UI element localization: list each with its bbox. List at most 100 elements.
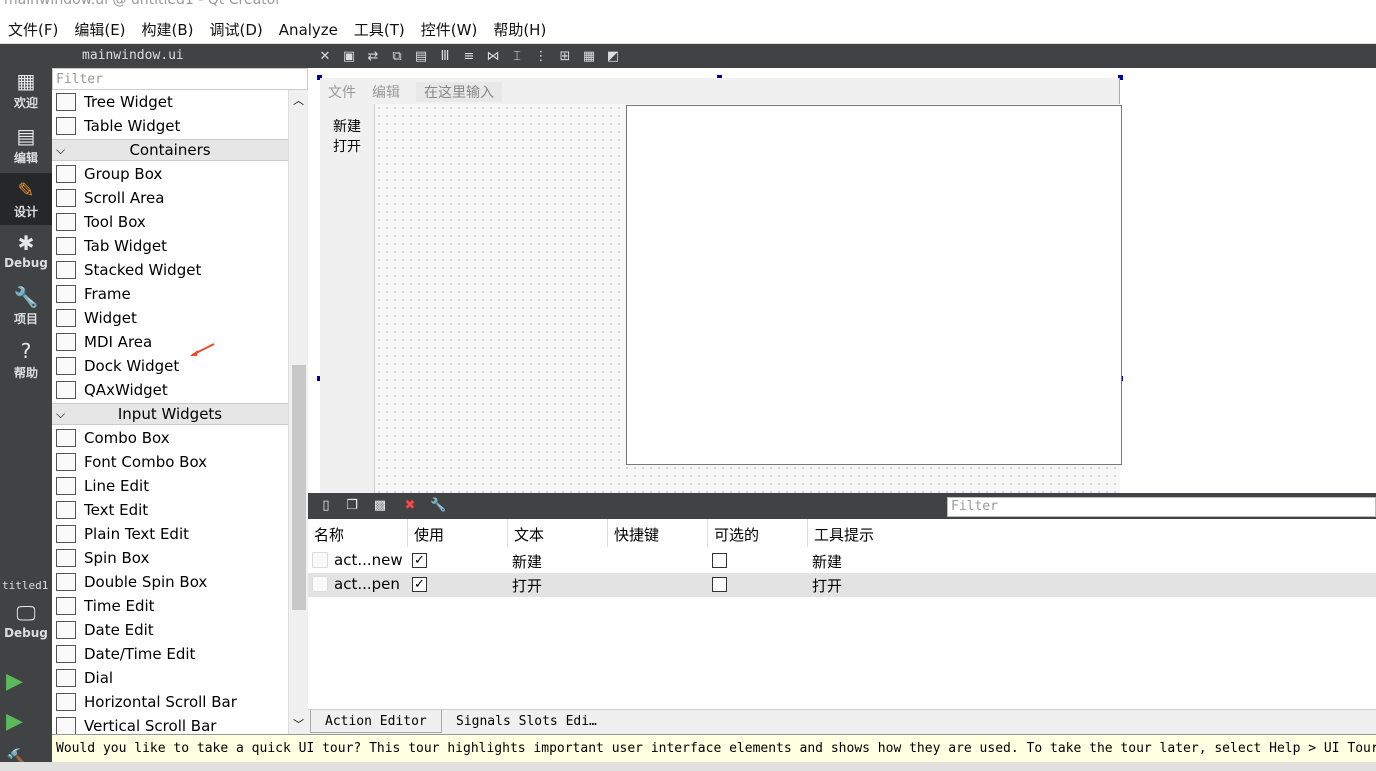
column-header-shortcut[interactable]: 快捷键 [608, 519, 708, 547]
menu-item[interactable]: 调试(D) [202, 19, 271, 40]
menu-item[interactable]: 帮助(H) [485, 19, 554, 40]
tab-action-editor[interactable]: Action Editor [310, 710, 442, 733]
table-row[interactable]: act...new ✓ 新建 新建 [308, 549, 1376, 573]
main-window-form[interactable]: 文件 编辑 在这里输入 新建 打开 [320, 78, 1122, 493]
widget-item[interactable]: Scroll Area [52, 186, 288, 210]
column-header-text[interactable]: 文本 [508, 519, 608, 547]
widget-item[interactable]: Widget [52, 306, 288, 330]
widget-label: Dial [84, 669, 114, 687]
widget-item[interactable]: Horizontal Scroll Bar [52, 690, 288, 714]
checkable-checkbox[interactable] [712, 553, 727, 568]
chevron-down-icon: ⌵ [56, 142, 66, 157]
widget-category[interactable]: ⌵ Containers [52, 139, 288, 161]
widget-category[interactable]: ⌵ Input Widgets [52, 403, 288, 425]
widget-item[interactable]: Date Edit [52, 618, 288, 642]
paste-action-icon[interactable]: ▩ [372, 498, 388, 514]
widget-item[interactable]: Date/Time Edit [52, 642, 288, 666]
layout-v-splitter-icon[interactable]: ⌶ [510, 49, 524, 64]
column-header-tooltip[interactable]: 工具提示 [808, 519, 1376, 547]
edit-signals-icon[interactable]: ⇄ [366, 49, 380, 64]
form-menu-file[interactable]: 文件 [328, 82, 356, 102]
scroll-down-icon[interactable]: ﹀ [293, 716, 304, 732]
widget-item[interactable]: Line Edit [52, 474, 288, 498]
layout-form-icon[interactable]: ⋮ [534, 49, 548, 64]
widget-item[interactable]: Double Spin Box [52, 570, 288, 594]
form-action-open[interactable]: 打开 [320, 136, 374, 156]
debug-run-icon[interactable]: ▶ [6, 709, 23, 734]
delete-action-icon[interactable]: ✖ [402, 498, 418, 514]
widget-item[interactable]: Tool Box [52, 210, 288, 234]
widget-item[interactable]: Tree Widget [52, 90, 288, 114]
widget-item[interactable]: Stacked Widget [52, 258, 288, 282]
new-action-icon[interactable]: ▯ [318, 498, 334, 514]
mode-3[interactable]: ✱ Debug [0, 226, 52, 278]
menu-item[interactable]: Analyze [271, 21, 346, 39]
checkable-checkbox[interactable] [712, 577, 727, 592]
central-widget[interactable] [626, 105, 1122, 465]
widget-item[interactable]: Text Edit [52, 498, 288, 522]
edit-tab-order-icon[interactable]: ▤ [414, 49, 428, 64]
break-layout-icon[interactable]: ▦ [582, 49, 596, 64]
mode-2[interactable]: ✎ 设计 [0, 173, 52, 225]
close-icon[interactable]: ✕ [318, 49, 332, 64]
combo-box-icon [56, 429, 76, 447]
adjust-size-icon[interactable]: ◩ [606, 49, 620, 64]
scroll-up-icon[interactable]: ︿ [293, 92, 304, 108]
widget-item[interactable]: Table Widget [52, 114, 288, 138]
widget-box: mainwindow.ui Filter Tree Widget Table Wi… [52, 44, 308, 734]
widget-item[interactable]: QAxWidget [52, 378, 288, 402]
widget-filter-input[interactable]: Filter [52, 68, 308, 90]
widget-item[interactable]: Frame [52, 282, 288, 306]
category-label: Containers [129, 141, 211, 159]
widget-item[interactable]: Dial [52, 666, 288, 690]
mode-1[interactable]: ▤ 编辑 [0, 119, 52, 171]
menu-item[interactable]: 编辑(E) [66, 19, 133, 40]
layout-vertical-icon[interactable]: ≡ [462, 49, 476, 64]
widget-item[interactable]: Tab Widget [52, 234, 288, 258]
widget-item[interactable]: Vertical Scroll Bar [52, 714, 288, 734]
mode-0[interactable]: ▦ 欢迎 [0, 64, 52, 116]
action-name: act...pen [334, 575, 400, 593]
used-checkbox[interactable]: ✓ [412, 577, 427, 592]
column-header-used[interactable]: 使用 [408, 519, 508, 547]
action-filter-input[interactable]: Filter [947, 497, 1376, 517]
used-checkbox[interactable]: ✓ [412, 553, 427, 568]
menu-item[interactable]: 工具(T) [346, 19, 413, 40]
widget-item[interactable]: MDI Area [52, 330, 288, 354]
scroll-area-icon [56, 189, 76, 207]
edit-buddies-icon[interactable]: ⧉ [390, 49, 404, 64]
edit-widgets-icon[interactable]: ▣ [342, 49, 356, 64]
mode-4[interactable]: 🔧 项目 [0, 280, 52, 332]
column-header-name[interactable]: 名称 [308, 519, 408, 547]
kit-selector[interactable]: 🖵 Debug [0, 596, 52, 646]
frame-icon [56, 285, 76, 303]
layout-h-splitter-icon[interactable]: ⋈ [486, 49, 500, 64]
tab-signals-slots[interactable]: Signals Slots Edi… [456, 714, 597, 729]
widget-item[interactable]: Dock Widget [52, 354, 288, 378]
scrollbar-thumb[interactable] [292, 365, 306, 610]
column-header-checkable[interactable]: 可选的 [708, 519, 808, 547]
form-menu-placeholder[interactable]: 在这里输入 [416, 82, 502, 102]
widget-label: Frame [84, 285, 131, 303]
menu-item[interactable]: 控件(W) [413, 19, 486, 40]
copy-action-icon[interactable]: ❐ [344, 498, 360, 514]
widget-item[interactable]: Time Edit [52, 594, 288, 618]
menu-item[interactable]: 文件(F) [0, 19, 66, 40]
widget-item[interactable]: Group Box [52, 162, 288, 186]
widget-list-scrollbar[interactable]: ︿ ﹀ [288, 90, 308, 734]
widget-item[interactable]: Spin Box [52, 546, 288, 570]
form-menu-edit[interactable]: 编辑 [372, 82, 400, 102]
menu-item[interactable]: 构建(B) [134, 19, 202, 40]
table-row[interactable]: act...pen ✓ 打开 打开 [308, 573, 1376, 597]
widget-item[interactable]: Plain Text Edit [52, 522, 288, 546]
action-tooltip: 打开 [812, 577, 843, 595]
widget-item[interactable]: Combo Box [52, 426, 288, 450]
layout-grid-icon[interactable]: ⊞ [558, 49, 572, 64]
form-action-new[interactable]: 新建 [320, 116, 374, 136]
layout-horizontal-icon[interactable]: Ⅲ [438, 49, 452, 64]
run-icon[interactable]: ▶ [6, 669, 23, 694]
configure-icon[interactable]: 🔧 [430, 498, 446, 514]
mode-5[interactable]: ? 帮助 [0, 334, 52, 386]
ui-tour-infobar[interactable]: Would you like to take a quick UI tour? … [52, 734, 1376, 762]
widget-item[interactable]: Font Combo Box [52, 450, 288, 474]
